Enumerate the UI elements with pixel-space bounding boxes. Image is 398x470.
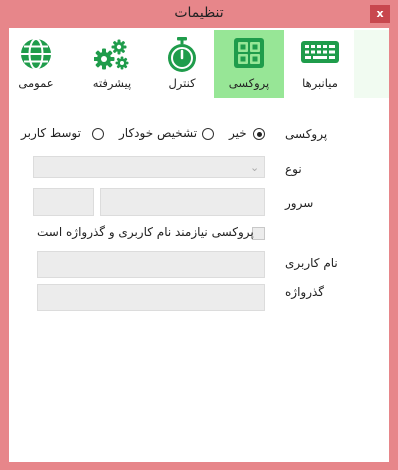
tab-shortcuts-label: میانبرها bbox=[302, 76, 338, 90]
proxy-form: پروکسی خیر تشخیص خودکار توسط کاربر نوع ⌄… bbox=[9, 98, 389, 462]
proxy-manual-radio[interactable] bbox=[92, 128, 104, 140]
password-label: گذرواژه bbox=[285, 285, 325, 299]
server-label: سرور bbox=[285, 196, 314, 210]
tab-control[interactable]: کنترل bbox=[153, 30, 211, 98]
proxy-manual-label: توسط کاربر bbox=[21, 126, 81, 140]
keyboard-icon bbox=[301, 41, 339, 63]
server-port-input[interactable] bbox=[33, 188, 94, 216]
tab-general-label: عمومی bbox=[18, 76, 54, 90]
proxy-auto-label: تشخیص خودکار bbox=[119, 126, 198, 140]
stopwatch-icon bbox=[168, 37, 196, 72]
tab-advanced[interactable]: پیشرفته bbox=[77, 30, 147, 98]
proxy-none-radio[interactable] bbox=[253, 128, 265, 140]
settings-toolbar: عمومی پیشرفته کنترل پروکسی میانبرها bbox=[9, 28, 389, 98]
chevron-down-icon: ⌄ bbox=[250, 161, 260, 174]
tab-general[interactable]: عمومی bbox=[9, 30, 63, 98]
close-icon: x bbox=[376, 7, 384, 20]
password-input[interactable] bbox=[37, 284, 265, 311]
tab-shortcuts[interactable]: میانبرها bbox=[286, 30, 354, 98]
title-bar: تنظیمات x bbox=[0, 0, 398, 28]
proxy-type-select[interactable]: ⌄ bbox=[33, 156, 265, 178]
tab-control-label: کنترل bbox=[168, 76, 196, 90]
tab-advanced-label: پیشرفته bbox=[92, 76, 132, 90]
grid-icon bbox=[234, 38, 264, 68]
proxy-label: پروکسی bbox=[285, 127, 328, 141]
auth-required-label: پروکسی نیازمند نام کاربری و گذرواژه است bbox=[37, 225, 254, 239]
gears-icon bbox=[94, 39, 129, 70]
globe-icon bbox=[21, 38, 51, 70]
type-label: نوع bbox=[285, 162, 302, 176]
close-button[interactable]: x bbox=[370, 5, 390, 23]
server-address-input[interactable] bbox=[100, 188, 265, 216]
proxy-none-label: خیر bbox=[229, 126, 247, 140]
username-label: نام کاربری bbox=[285, 256, 338, 270]
toolbar-filler bbox=[354, 30, 389, 98]
username-input[interactable] bbox=[37, 251, 265, 278]
proxy-auto-radio[interactable] bbox=[202, 128, 214, 140]
settings-panel: عمومی پیشرفته کنترل پروکسی میانبرها پروک… bbox=[9, 28, 389, 462]
window-title: تنظیمات bbox=[174, 5, 224, 21]
tab-proxy[interactable]: پروکسی bbox=[214, 30, 284, 98]
tab-proxy-label: پروکسی bbox=[228, 76, 270, 90]
